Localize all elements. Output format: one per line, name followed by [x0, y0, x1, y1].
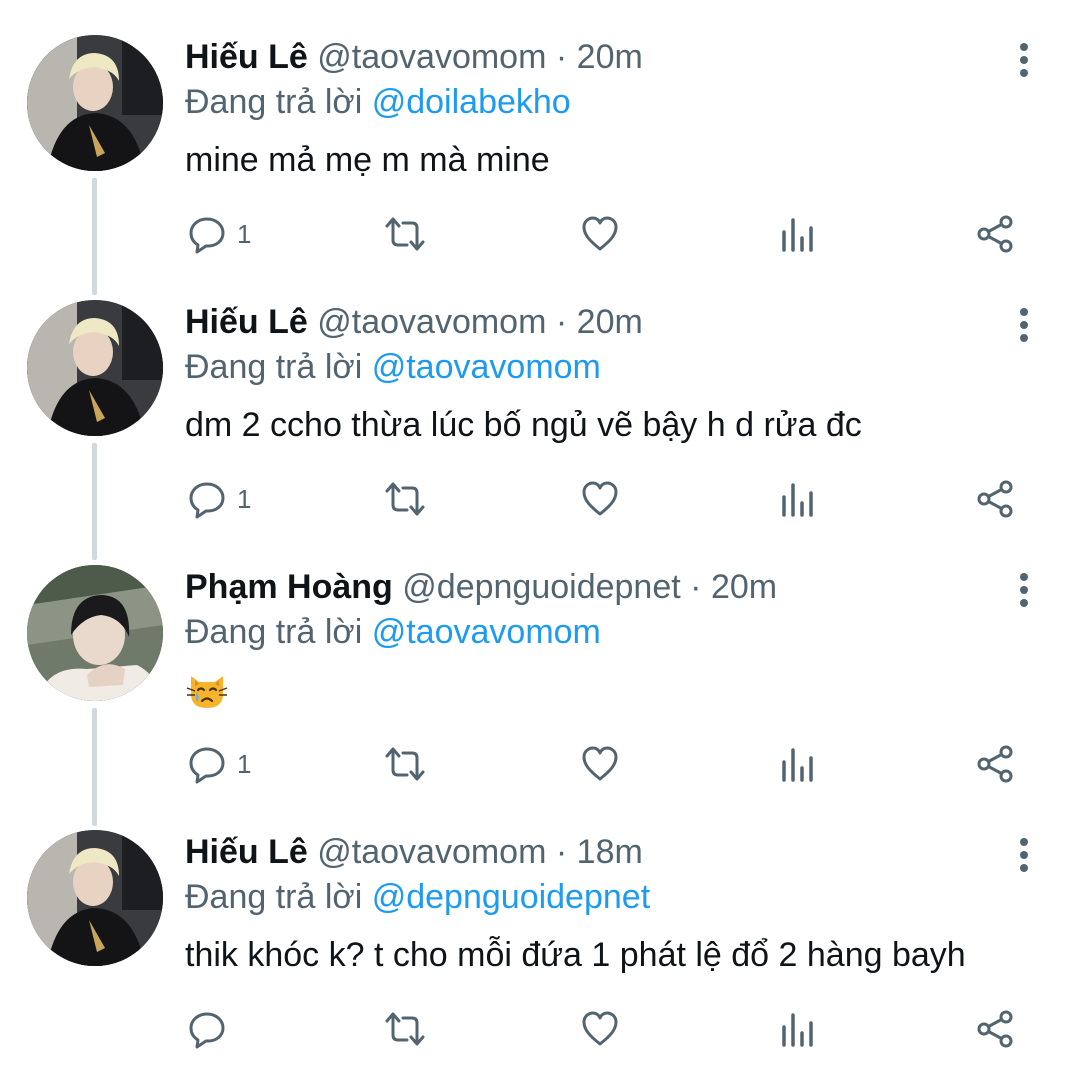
separator-dot: · [555, 833, 568, 871]
reply-icon [189, 747, 225, 784]
author-name[interactable]: Phạm Hoàng [185, 568, 393, 606]
tweet-text: thik khóc k? t cho mỗi đứa 1 phát lệ đổ … [185, 936, 966, 974]
separator-dot: · [555, 38, 568, 76]
share-button[interactable] [975, 742, 1015, 786]
retweet-button[interactable] [383, 742, 427, 786]
more-options-icon[interactable] [1004, 38, 1044, 82]
replying-to-label: Đang trả lời [185, 348, 363, 386]
author-handle[interactable]: @taovavomom [317, 303, 546, 341]
tweet-header: Hiếu Lê @taovavomom · 18m [185, 830, 643, 874]
avatar[interactable] [27, 565, 163, 701]
reply-icon [189, 1012, 225, 1049]
reply-icon [189, 482, 225, 519]
tweet[interactable]: Hiếu Lê @taovavomom · 20m Đang trả lời @… [0, 265, 1080, 530]
tweet-actions: 1 [0, 477, 1080, 521]
reply-icon [189, 217, 225, 254]
more-options-icon[interactable] [1004, 303, 1044, 347]
replying-to: Đang trả lời @taovavomom [185, 345, 601, 389]
analytics-icon [782, 748, 813, 782]
reply-button[interactable]: 1 [187, 742, 251, 786]
mention-link[interactable]: @depnguoidepnet [372, 878, 650, 916]
share-button[interactable] [975, 477, 1015, 521]
tweet-header: Hiếu Lê @taovavomom · 20m [185, 300, 643, 344]
analytics-button[interactable] [780, 742, 816, 786]
tweet-header: Phạm Hoàng @depnguoidepnet · 20m [185, 565, 777, 609]
tweet-time[interactable]: 20m [577, 303, 643, 341]
tweet-actions: 1 [0, 212, 1080, 256]
mention-link[interactable]: @doilabekho [372, 83, 571, 121]
author-handle[interactable]: @taovavomom [317, 38, 546, 76]
tweet[interactable]: Hiếu Lê @taovavomom · 18m Đang trả lời @… [0, 795, 1080, 1060]
like-button[interactable] [580, 212, 620, 256]
share-icon [977, 1010, 1013, 1048]
author-name[interactable]: Hiếu Lê [185, 303, 308, 341]
tweet-time[interactable]: 20m [577, 38, 643, 76]
author-name[interactable]: Hiếu Lê [185, 833, 308, 871]
retweet-icon [385, 217, 425, 251]
analytics-button[interactable] [780, 1007, 816, 1051]
retweet-button[interactable] [383, 1007, 427, 1051]
analytics-button[interactable] [780, 477, 816, 521]
mention-link[interactable]: @taovavomom [372, 613, 601, 651]
retweet-button[interactable] [383, 477, 427, 521]
tweet-text: mine mả mẹ m mà mine [185, 141, 550, 179]
reply-button[interactable]: 1 [187, 477, 251, 521]
reply-count: 1 [237, 218, 252, 249]
like-icon [582, 746, 618, 781]
replying-to: Đang trả lời @taovavomom [185, 610, 601, 654]
share-icon [977, 215, 1013, 253]
more-options-icon[interactable] [1004, 568, 1044, 612]
more-options-icon[interactable] [1004, 833, 1044, 877]
author-handle[interactable]: @depnguoidepnet [402, 568, 680, 606]
replying-to-label: Đang trả lời [185, 83, 363, 121]
like-button[interactable] [580, 1007, 620, 1051]
share-button[interactable] [975, 212, 1015, 256]
like-button[interactable] [580, 742, 620, 786]
tweet-text [185, 668, 229, 723]
tweet-time[interactable]: 18m [577, 833, 643, 871]
share-icon [977, 480, 1013, 518]
share-button[interactable] [975, 1007, 1015, 1051]
avatar[interactable] [27, 300, 163, 436]
tweet[interactable]: Phạm Hoàng @depnguoidepnet · 20m Đang tr… [0, 530, 1080, 795]
tweet-text: dm 2 ccho thừa lúc bố ngủ vẽ bậy h d rửa… [185, 406, 862, 444]
replying-to: Đang trả lời @doilabekho [185, 80, 571, 124]
share-icon [977, 745, 1013, 783]
tweet-header: Hiếu Lê @taovavomom · 20m [185, 35, 643, 79]
retweet-icon [385, 482, 425, 516]
retweet-icon [385, 747, 425, 781]
mention-link[interactable]: @taovavomom [372, 348, 601, 386]
retweet-button[interactable] [383, 212, 427, 256]
tweet[interactable]: Hiếu Lê @taovavomom · 20m Đang trả lời @… [0, 0, 1080, 265]
tweet-actions: 1 [0, 742, 1080, 786]
like-button[interactable] [580, 477, 620, 521]
analytics-icon [782, 218, 813, 252]
reply-button[interactable] [187, 1007, 237, 1051]
analytics-icon [782, 483, 813, 517]
replying-to-label: Đang trả lời [185, 878, 363, 916]
avatar[interactable] [27, 830, 163, 966]
analytics-button[interactable] [780, 212, 816, 256]
replying-to: Đang trả lời @depnguoidepnet [185, 875, 650, 919]
like-icon [582, 1011, 618, 1046]
crying-cat-face-emoji [185, 668, 229, 712]
retweet-icon [385, 1012, 425, 1046]
analytics-icon [782, 1013, 813, 1047]
reply-count: 1 [237, 483, 252, 514]
separator-dot: · [555, 303, 568, 341]
tweet-time[interactable]: 20m [711, 568, 777, 606]
reply-button[interactable]: 1 [187, 212, 251, 256]
author-handle[interactable]: @taovavomom [317, 833, 546, 871]
separator-dot: · [690, 568, 702, 606]
replying-to-label: Đang trả lời [185, 613, 363, 651]
reply-count: 1 [237, 748, 252, 779]
avatar[interactable] [27, 35, 163, 171]
like-icon [582, 216, 618, 251]
author-name[interactable]: Hiếu Lê [185, 38, 308, 76]
tweet-actions [0, 1007, 1080, 1051]
like-icon [582, 481, 618, 516]
